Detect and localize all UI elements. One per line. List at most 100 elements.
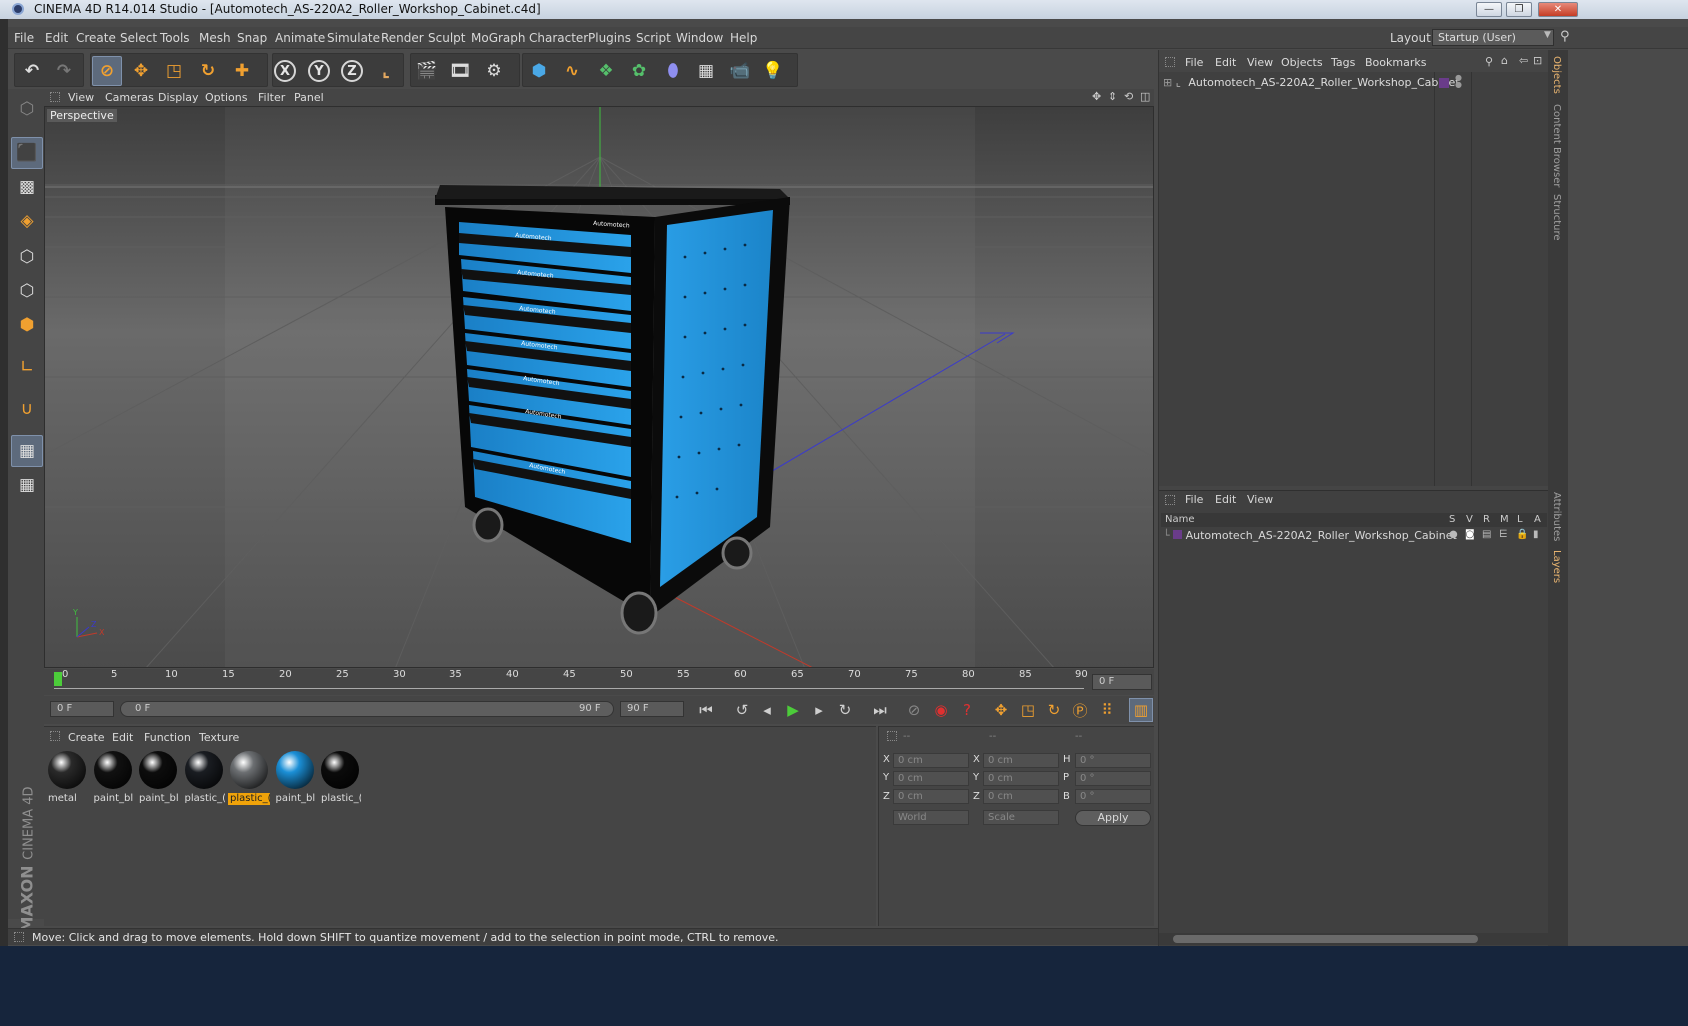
keyframe-selection-button[interactable]: ? (955, 698, 979, 722)
timeline-ruler[interactable]: 0 5 10 15 20 25 30 35 40 45 50 55 60 65 … (44, 669, 1154, 695)
scroll-thumb[interactable] (1173, 935, 1478, 943)
objects-menu-objects[interactable]: Objects (1281, 56, 1323, 69)
close-button[interactable]: ✕ (1538, 2, 1578, 17)
menu-plugins[interactable]: Plugins (588, 31, 631, 45)
menu-select[interactable]: Select (120, 31, 157, 45)
new-view-icon[interactable]: ⊡ (1533, 54, 1542, 67)
rotate-tool-button[interactable]: ↻ (193, 56, 223, 86)
autokey-button[interactable]: ◉ (929, 698, 953, 722)
eye-icon[interactable]: ◙ (1465, 529, 1475, 540)
material-label[interactable]: paint_bl (92, 793, 134, 805)
material-label[interactable]: paint_bl (274, 793, 316, 805)
material-swatch[interactable]: plastic_( (319, 749, 361, 805)
z-axis-button[interactable]: Z (337, 56, 367, 86)
object-tree[interactable]: ⊞ ⌞ Automotech_AS-220A2_Roller_Workshop_… (1159, 72, 1549, 486)
tab-attributes[interactable]: Attributes (1551, 492, 1562, 541)
viewport-menu-view[interactable]: View (68, 91, 94, 104)
orbit-view-icon[interactable]: ⟲ (1124, 90, 1133, 103)
pan-view-icon[interactable]: ✥ (1092, 90, 1101, 103)
polygons-mode-button[interactable]: ⬢ (11, 309, 43, 341)
material-swatch[interactable]: paint_bl (137, 749, 179, 805)
home-icon[interactable]: ⌂ (1501, 54, 1508, 67)
lock-icon[interactable]: 🔒 (1516, 529, 1528, 540)
maximize-button[interactable]: ❐ (1506, 2, 1532, 17)
object-row[interactable]: ⊞ ⌞ Automotech_AS-220A2_Roller_Workshop_… (1163, 76, 1460, 89)
layout-dropdown[interactable]: Startup (User) (1432, 29, 1554, 46)
objects-menu-view[interactable]: View (1247, 56, 1273, 69)
texture-mode-button[interactable]: ▩ (11, 171, 43, 203)
record-keys-button[interactable]: ⊘ (902, 698, 926, 722)
subdivision-button[interactable]: ❖ (591, 56, 621, 86)
model-mode-button[interactable]: ⬛ (11, 137, 43, 169)
current-frame-field[interactable]: 0 F (1092, 674, 1152, 690)
menu-create[interactable]: Create (76, 31, 116, 45)
menu-mograph[interactable]: MoGraph (471, 31, 526, 45)
viewport-menu-cameras[interactable]: Cameras (105, 91, 154, 104)
timeline-window-button[interactable]: ▥ (1129, 698, 1153, 722)
material-swatch[interactable]: paint_bl (274, 749, 316, 805)
end-frame-field[interactable]: 90 F (620, 701, 684, 717)
redo-button[interactable]: ↷ (49, 56, 79, 86)
workplane-lock-button[interactable]: ▦ (11, 435, 43, 467)
viewport-menu-panel[interactable]: Panel (294, 91, 324, 104)
menu-mesh[interactable]: Mesh (199, 31, 231, 45)
column-solo[interactable]: S (1449, 514, 1455, 525)
minimize-button[interactable]: — (1476, 2, 1502, 17)
panel-grip-icon[interactable] (14, 932, 24, 942)
undo-button[interactable]: ↶ (17, 56, 47, 86)
search-icon[interactable]: ⚲ (1560, 29, 1570, 44)
menu-render[interactable]: Render (381, 31, 424, 45)
layer-row[interactable]: └ Automotech_AS-220A2_Roller_Workshop_Ca… (1163, 529, 1457, 542)
points-mode-button[interactable]: ⬡ (11, 241, 43, 273)
coordinate-space-dropdown[interactable]: World (893, 810, 969, 825)
visibility-dots-icon[interactable]: ● ● (1455, 74, 1462, 89)
layer-color-swatch[interactable] (1439, 78, 1449, 88)
search-icon[interactable]: ⚲ (1485, 55, 1493, 68)
arrow-icon[interactable]: ⇦ (1519, 54, 1528, 67)
material-swatch[interactable]: paint_bl (92, 749, 134, 805)
pos-x-field[interactable]: 0 cm (893, 753, 969, 768)
layer-color-icon[interactable] (1173, 530, 1183, 539)
render-clapboard-icon[interactable]: ▤ (1482, 529, 1491, 540)
tab-layers[interactable]: Layers (1551, 550, 1562, 583)
layer-menu-edit[interactable]: Edit (1215, 493, 1236, 506)
object-name[interactable]: Automotech_AS-220A2_Roller_Workshop_Cabi… (1188, 76, 1459, 89)
size-z-field[interactable]: 0 cm (983, 789, 1059, 804)
column-manager[interactable]: M (1500, 514, 1509, 525)
menu-help[interactable]: Help (730, 31, 757, 45)
x-axis-button[interactable]: X (270, 56, 300, 86)
material-label[interactable]: plastic_( (183, 793, 225, 805)
layer-menu-view[interactable]: View (1247, 493, 1273, 506)
menu-animate[interactable]: Animate (275, 31, 325, 45)
material-swatch[interactable]: metal (46, 749, 88, 805)
pos-y-field[interactable]: 0 cm (893, 771, 969, 786)
menu-file[interactable]: File (14, 31, 34, 45)
material-menu-create[interactable]: Create (68, 731, 105, 744)
apply-button[interactable]: Apply (1075, 810, 1151, 826)
perspective-viewport[interactable]: Automotech Automotech Automotech Automot… (44, 106, 1154, 668)
material-label[interactable]: plastic_( (228, 793, 270, 805)
render-picture-viewer-button[interactable]: 🎞 (445, 56, 475, 86)
make-editable-button[interactable]: ⬡ (11, 93, 43, 125)
menu-edit[interactable]: Edit (45, 31, 68, 45)
snap-button[interactable]: ∪ (11, 393, 43, 425)
key-scale-button[interactable]: ◳ (1016, 698, 1040, 722)
film-icon[interactable]: ▮ (1533, 529, 1539, 540)
column-view[interactable]: V (1466, 514, 1473, 525)
menu-simulate[interactable]: Simulate (327, 31, 380, 45)
dolly-view-icon[interactable]: ⇕ (1108, 90, 1117, 103)
previous-key-button[interactable]: ↺ (730, 698, 754, 722)
scale-tool-button[interactable]: ◳ (159, 56, 189, 86)
viewport-menu-options[interactable]: Options (205, 91, 247, 104)
render-settings-button[interactable]: ⚙ (479, 56, 509, 86)
menu-snap[interactable]: Snap (237, 31, 267, 45)
go-to-end-button[interactable]: ⏭ (868, 698, 892, 722)
viewport-menu-filter[interactable]: Filter (258, 91, 285, 104)
cinema4d-app-icon[interactable] (12, 3, 24, 15)
add-object-button[interactable]: ✚ (227, 56, 257, 86)
go-to-start-button[interactable]: ⏮ (694, 698, 718, 722)
column-render[interactable]: R (1483, 514, 1490, 525)
layer-scrollbar[interactable] (1159, 933, 1549, 945)
next-frame-button[interactable]: ▸ (807, 698, 831, 722)
panel-grip-icon[interactable] (887, 731, 897, 741)
